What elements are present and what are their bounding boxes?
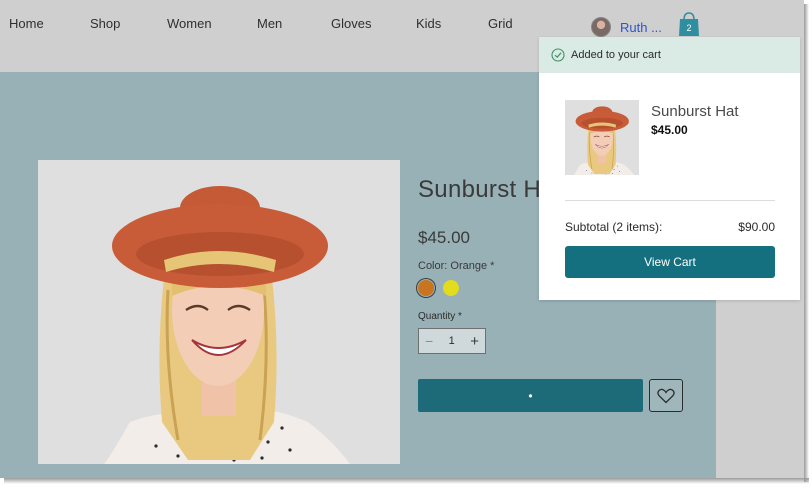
- subtotal-value: $90.00: [738, 220, 775, 234]
- nav-kids[interactable]: Kids: [416, 16, 441, 31]
- product-image[interactable]: [38, 160, 400, 464]
- cart-item-name[interactable]: Sunburst Hat: [651, 103, 739, 120]
- shopping-bag-icon: 2: [679, 12, 699, 36]
- add-to-cart-button[interactable]: •: [418, 379, 643, 412]
- divider: [565, 200, 775, 201]
- cart-button[interactable]: 2: [678, 11, 700, 37]
- nav-gloves[interactable]: Gloves: [331, 16, 371, 31]
- increment-button[interactable]: +: [470, 334, 479, 349]
- heart-icon: [657, 388, 675, 403]
- nav-shop[interactable]: Shop: [90, 16, 120, 31]
- cart-item-price: $45.00: [651, 123, 688, 137]
- quantity-stepper[interactable]: − 1 +: [418, 328, 486, 354]
- app-window: Home Shop Women Men Gloves Kids Grid Rut…: [0, 0, 804, 478]
- subtotal-label: Subtotal (2 items):: [565, 220, 663, 234]
- color-label: Color: Orange *: [418, 260, 495, 272]
- nav-men[interactable]: Men: [257, 16, 282, 31]
- check-circle-icon: [551, 48, 565, 62]
- window-shadow-bottom: [4, 478, 809, 484]
- user-menu[interactable]: Ruth ...: [591, 16, 662, 38]
- user-name: Ruth ...: [620, 19, 662, 35]
- woman-in-orange-hat-thumbnail: [565, 100, 639, 175]
- cart-item-thumbnail[interactable]: [565, 100, 639, 175]
- window-shadow-right: [804, 4, 809, 482]
- product-price: $45.00: [418, 228, 470, 247]
- decrement-button[interactable]: −: [425, 334, 433, 348]
- color-swatch-yellow[interactable]: [443, 280, 459, 296]
- view-cart-button[interactable]: View Cart: [565, 246, 775, 278]
- nav-grid[interactable]: Grid: [488, 16, 513, 31]
- quantity-label: Quantity *: [418, 311, 462, 322]
- avatar: [591, 17, 611, 37]
- mini-cart-popup: Added to your cart Sunburst Hat $45.00 S…: [539, 37, 800, 300]
- wishlist-button[interactable]: [649, 379, 683, 412]
- woman-in-orange-hat-photo: [38, 160, 400, 464]
- color-swatch-orange[interactable]: [418, 280, 434, 296]
- cart-count: 2: [686, 23, 691, 33]
- nav-women[interactable]: Women: [167, 16, 212, 31]
- added-to-cart-text: Added to your cart: [571, 49, 661, 61]
- quantity-value[interactable]: 1: [449, 335, 455, 347]
- nav-home[interactable]: Home: [9, 16, 44, 31]
- added-to-cart-banner: Added to your cart: [539, 37, 800, 73]
